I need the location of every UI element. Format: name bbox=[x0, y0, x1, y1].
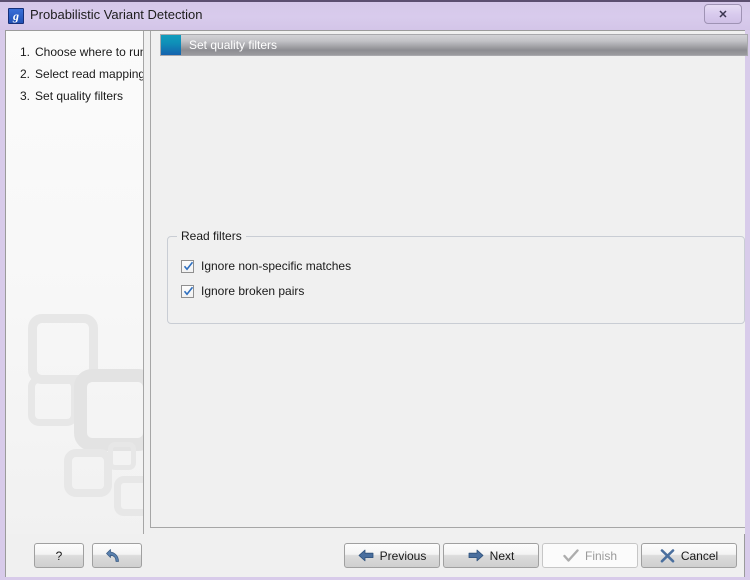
checkbox-label: Ignore non-specific matches bbox=[201, 259, 352, 273]
panel-header: Set quality filters bbox=[160, 34, 748, 56]
step-number: 1. bbox=[20, 45, 31, 59]
read-filters-group-title: Read filters bbox=[177, 229, 246, 243]
sidebar-item-set-quality-filters[interactable]: 3. Set quality filters bbox=[6, 85, 143, 107]
next-button[interactable]: Next bbox=[443, 543, 539, 568]
arrow-right-icon bbox=[468, 549, 484, 562]
close-x-icon bbox=[660, 548, 675, 562]
sidebar-item-choose-where-to-run[interactable]: 1. Choose where to run bbox=[6, 41, 144, 63]
finish-button[interactable]: Finish bbox=[542, 543, 638, 568]
checkbox-row-ignore-non-specific-matches[interactable]: Ignore non-specific matches bbox=[181, 259, 351, 273]
help-icon: ? bbox=[55, 548, 63, 563]
window-title: Probabilistic Variant Detection bbox=[30, 7, 203, 22]
step-number: 3. bbox=[20, 89, 31, 103]
cancel-label: Cancel bbox=[680, 548, 719, 563]
close-icon: ✕ bbox=[718, 8, 728, 21]
step-square-icon bbox=[161, 35, 181, 55]
content-panel-inner: Set quality filters Read filters Ignore … bbox=[150, 31, 748, 528]
arrow-left-icon bbox=[358, 549, 374, 562]
step-label: Select read mappings bbox=[35, 67, 144, 81]
step-number: 2. bbox=[20, 67, 31, 81]
watermark-squares-graphic bbox=[6, 304, 143, 534]
next-label: Next bbox=[489, 548, 515, 563]
dialog-body: 1. Choose where to run 2. Select read ma… bbox=[5, 30, 748, 535]
checkbox-ignore-non-specific-matches[interactable] bbox=[181, 259, 194, 273]
cancel-button[interactable]: Cancel bbox=[641, 543, 737, 568]
step-label: Set quality filters bbox=[35, 89, 124, 103]
steps-list: 1. Choose where to run 2. Select read ma… bbox=[6, 41, 144, 107]
content-panel: Set quality filters Read filters Ignore … bbox=[145, 31, 748, 534]
dialog-window: g Probabilistic Variant Detection ✕ 1. C… bbox=[0, 0, 750, 580]
previous-label: Previous bbox=[379, 548, 427, 563]
checkbox-ignore-broken-pairs[interactable] bbox=[181, 284, 194, 298]
check-icon bbox=[183, 286, 194, 295]
wizard-steps-sidebar: 1. Choose where to run 2. Select read ma… bbox=[6, 31, 144, 534]
panel-header-title: Set quality filters bbox=[189, 38, 278, 52]
undo-arrow-icon bbox=[106, 548, 119, 562]
help-button[interactable]: ? bbox=[34, 543, 84, 568]
read-filters-group: Read filters Ignore non-specific matches bbox=[167, 229, 745, 324]
check-icon bbox=[563, 548, 579, 562]
step-label: Choose where to run bbox=[35, 45, 144, 59]
application-g-icon: g bbox=[8, 8, 24, 24]
finish-label: Finish bbox=[584, 548, 617, 563]
sidebar-item-select-read-mappings[interactable]: 2. Select read mappings bbox=[6, 63, 144, 85]
reset-button[interactable] bbox=[92, 543, 142, 568]
check-icon bbox=[183, 261, 194, 270]
title-bar: g Probabilistic Variant Detection ✕ bbox=[0, 2, 750, 30]
dialog-footer: ? Previous Next Finish Cancel bbox=[5, 535, 745, 577]
checkbox-row-ignore-broken-pairs[interactable]: Ignore broken pairs bbox=[181, 284, 304, 298]
close-button[interactable]: ✕ bbox=[704, 4, 742, 24]
previous-button[interactable]: Previous bbox=[344, 543, 440, 568]
checkbox-label: Ignore broken pairs bbox=[201, 284, 305, 298]
